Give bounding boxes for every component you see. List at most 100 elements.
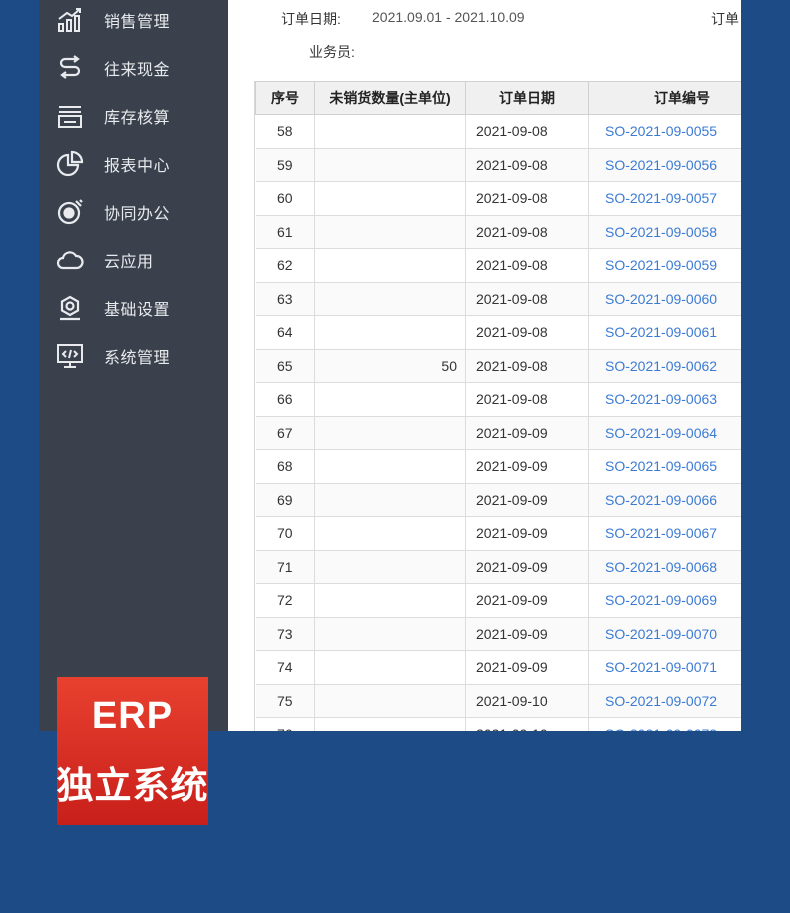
cell-order-code-link[interactable]: SO-2021-09-0070 bbox=[588, 617, 741, 651]
cell-order-date: 2021-09-08 bbox=[465, 148, 589, 182]
cell-unsold-qty bbox=[314, 114, 466, 149]
table-row[interactable]: 63 2021-09-08 SO-2021-09-0060 bbox=[255, 282, 741, 316]
orders-table: 序号 未销货数量(主单位) 订单日期 订单编号 58 2021-09-08 SO-2… bbox=[255, 81, 741, 731]
cell-order-date: 2021-09-08 bbox=[465, 181, 589, 216]
cell-order-code-link[interactable]: SO-2021-09-0065 bbox=[588, 449, 741, 484]
cell-order-code-link[interactable]: SO-2021-09-0071 bbox=[588, 650, 741, 685]
cell-order-date: 2021-09-09 bbox=[465, 650, 589, 685]
cell-unsold-qty bbox=[314, 282, 466, 316]
cell-order-code-link[interactable]: SO-2021-09-0072 bbox=[588, 684, 741, 718]
cell-seq: 63 bbox=[255, 282, 315, 316]
sidebar-item-reports[interactable]: 报表中心 bbox=[39, 140, 228, 188]
sidebar-item-system[interactable]: 系统管理 bbox=[39, 332, 228, 380]
cell-order-code-link[interactable]: SO-2021-09-0058 bbox=[588, 215, 741, 249]
cell-unsold-qty bbox=[314, 717, 466, 731]
table-row[interactable]: 62 2021-09-08 SO-2021-09-0059 bbox=[255, 248, 741, 283]
cell-seq: 71 bbox=[255, 550, 315, 584]
table-row[interactable]: 68 2021-09-09 SO-2021-09-0065 bbox=[255, 449, 741, 484]
sidebar-item-label: 往来现金 bbox=[104, 62, 171, 79]
table-row[interactable]: 70 2021-09-09 SO-2021-09-0067 bbox=[255, 516, 741, 551]
cell-order-code-link[interactable]: SO-2021-09-0056 bbox=[588, 148, 741, 182]
sidebar-item-inventory[interactable]: 库存核算 bbox=[39, 92, 228, 140]
table-row[interactable]: 65 50 2021-09-08 SO-2021-09-0062 bbox=[255, 349, 741, 383]
sidebar-item-label: 库存核算 bbox=[104, 110, 171, 127]
cell-order-code-link[interactable]: SO-2021-09-0064 bbox=[588, 416, 741, 450]
sidebar-item-label: 销售管理 bbox=[104, 14, 171, 31]
sidebar-item-cash[interactable]: 往来现金 bbox=[39, 44, 228, 92]
cell-seq: 72 bbox=[255, 583, 315, 618]
column-header-seq[interactable]: 序号 bbox=[255, 81, 315, 115]
cell-seq: 76 bbox=[255, 717, 315, 731]
cell-order-date: 2021-09-08 bbox=[465, 282, 589, 316]
cell-order-code-link[interactable]: SO-2021-09-0066 bbox=[588, 483, 741, 517]
cell-order-code-link[interactable]: SO-2021-09-0067 bbox=[588, 516, 741, 551]
cell-order-date: 2021-09-08 bbox=[465, 248, 589, 283]
table-row[interactable]: 61 2021-09-08 SO-2021-09-0058 bbox=[255, 215, 741, 249]
cell-unsold-qty bbox=[314, 583, 466, 618]
cell-order-code-link[interactable]: SO-2021-09-0063 bbox=[588, 382, 741, 417]
cell-unsold-qty bbox=[314, 248, 466, 283]
table-row[interactable]: 64 2021-09-08 SO-2021-09-0061 bbox=[255, 315, 741, 350]
table-row[interactable]: 67 2021-09-09 SO-2021-09-0064 bbox=[255, 416, 741, 450]
table-row[interactable]: 76 2021-09-10SO-2021-09-0073 bbox=[255, 717, 741, 731]
table-row[interactable]: 75 2021-09-10 SO-2021-09-0072 bbox=[255, 684, 741, 718]
sidebar-item-label: 云应用 bbox=[104, 254, 154, 271]
salesperson-label: 业务员: bbox=[309, 44, 355, 60]
cell-unsold-qty bbox=[314, 382, 466, 417]
cell-unsold-qty: 50 bbox=[314, 349, 466, 383]
cell-order-code-link[interactable]: SO-2021-09-0055 bbox=[588, 114, 741, 149]
cell-order-code-link[interactable]: SO-2021-09-0061 bbox=[588, 315, 741, 350]
sidebar-item-collaboration[interactable]: 协同办公 bbox=[39, 188, 228, 236]
cell-unsold-qty bbox=[314, 516, 466, 551]
sidebar-item-sales[interactable]: 销售管理 bbox=[39, 0, 228, 44]
table-row[interactable]: 58 2021-09-08 SO-2021-09-0055 bbox=[255, 114, 741, 149]
system-monitor-icon bbox=[55, 341, 85, 371]
table-row[interactable]: 74 2021-09-09 SO-2021-09-0071 bbox=[255, 650, 741, 685]
sidebar-item-cloud[interactable]: 云应用 bbox=[39, 236, 228, 284]
cell-seq: 59 bbox=[255, 148, 315, 182]
cell-seq: 74 bbox=[255, 650, 315, 685]
cell-unsold-qty bbox=[314, 483, 466, 517]
main-content: 订单日期: 2021.09.01 - 2021.10.09 订单 业务员: 序号… bbox=[228, 0, 741, 731]
order-date-range[interactable]: 2021.09.01 - 2021.10.09 bbox=[372, 9, 525, 25]
table-row[interactable]: 72 2021-09-09 SO-2021-09-0069 bbox=[255, 583, 741, 618]
table-row[interactable]: 60 2021-09-08 SO-2021-09-0057 bbox=[255, 181, 741, 216]
cell-order-code-link[interactable]: SO-2021-09-0073 bbox=[588, 717, 741, 731]
cell-seq: 75 bbox=[255, 684, 315, 718]
cell-order-code-link[interactable]: SO-2021-09-0068 bbox=[588, 550, 741, 584]
table-row[interactable]: 59 2021-09-08 SO-2021-09-0056 bbox=[255, 148, 741, 182]
table-row[interactable]: 66 2021-09-08 SO-2021-09-0063 bbox=[255, 382, 741, 417]
cell-order-code-link[interactable]: SO-2021-09-0069 bbox=[588, 583, 741, 618]
cell-order-date: 2021-09-09 bbox=[465, 583, 589, 618]
cell-seq: 65 bbox=[255, 349, 315, 383]
cell-order-date: 2021-09-09 bbox=[465, 550, 589, 584]
cell-order-code-link[interactable]: SO-2021-09-0059 bbox=[588, 248, 741, 283]
sales-chart-icon bbox=[55, 5, 85, 35]
column-header-order-code[interactable]: 订单编号 bbox=[588, 81, 741, 115]
cell-unsold-qty bbox=[314, 416, 466, 450]
table-row[interactable]: 69 2021-09-09 SO-2021-09-0066 bbox=[255, 483, 741, 517]
table-row[interactable]: 71 2021-09-09 SO-2021-09-0068 bbox=[255, 550, 741, 584]
sidebar-item-label: 报表中心 bbox=[104, 158, 171, 175]
cell-seq: 62 bbox=[255, 248, 315, 283]
cell-seq: 61 bbox=[255, 215, 315, 249]
sidebar-item-label: 基础设置 bbox=[104, 302, 171, 319]
cell-unsold-qty bbox=[314, 148, 466, 182]
cell-seq: 68 bbox=[255, 449, 315, 484]
sidebar: 销售管理 往来现金 库存核算 报表中心 协同办公 云应用 基础设置 系统管理 bbox=[39, 0, 228, 731]
cell-seq: 60 bbox=[255, 181, 315, 216]
table-row[interactable]: 73 2021-09-09 SO-2021-09-0070 bbox=[255, 617, 741, 651]
report-pie-icon bbox=[55, 149, 85, 179]
column-header-order-date[interactable]: 订单日期 bbox=[465, 81, 589, 115]
cell-order-date: 2021-09-08 bbox=[465, 114, 589, 149]
orders-grid: 序号 未销货数量(主单位) 订单日期 订单编号 58 2021-09-08 SO-2… bbox=[254, 81, 741, 731]
order-date-label: 订单日期: bbox=[281, 11, 341, 27]
cell-seq: 67 bbox=[255, 416, 315, 450]
cell-order-code-link[interactable]: SO-2021-09-0060 bbox=[588, 282, 741, 316]
column-header-unsold-qty[interactable]: 未销货数量(主单位) bbox=[314, 81, 466, 115]
erp-window: 销售管理 往来现金 库存核算 报表中心 协同办公 云应用 基础设置 系统管理 订… bbox=[39, 0, 741, 731]
sidebar-item-settings[interactable]: 基础设置 bbox=[39, 284, 228, 332]
cell-unsold-qty bbox=[314, 550, 466, 584]
cell-order-code-link[interactable]: SO-2021-09-0062 bbox=[588, 349, 741, 383]
cell-order-code-link[interactable]: SO-2021-09-0057 bbox=[588, 181, 741, 216]
